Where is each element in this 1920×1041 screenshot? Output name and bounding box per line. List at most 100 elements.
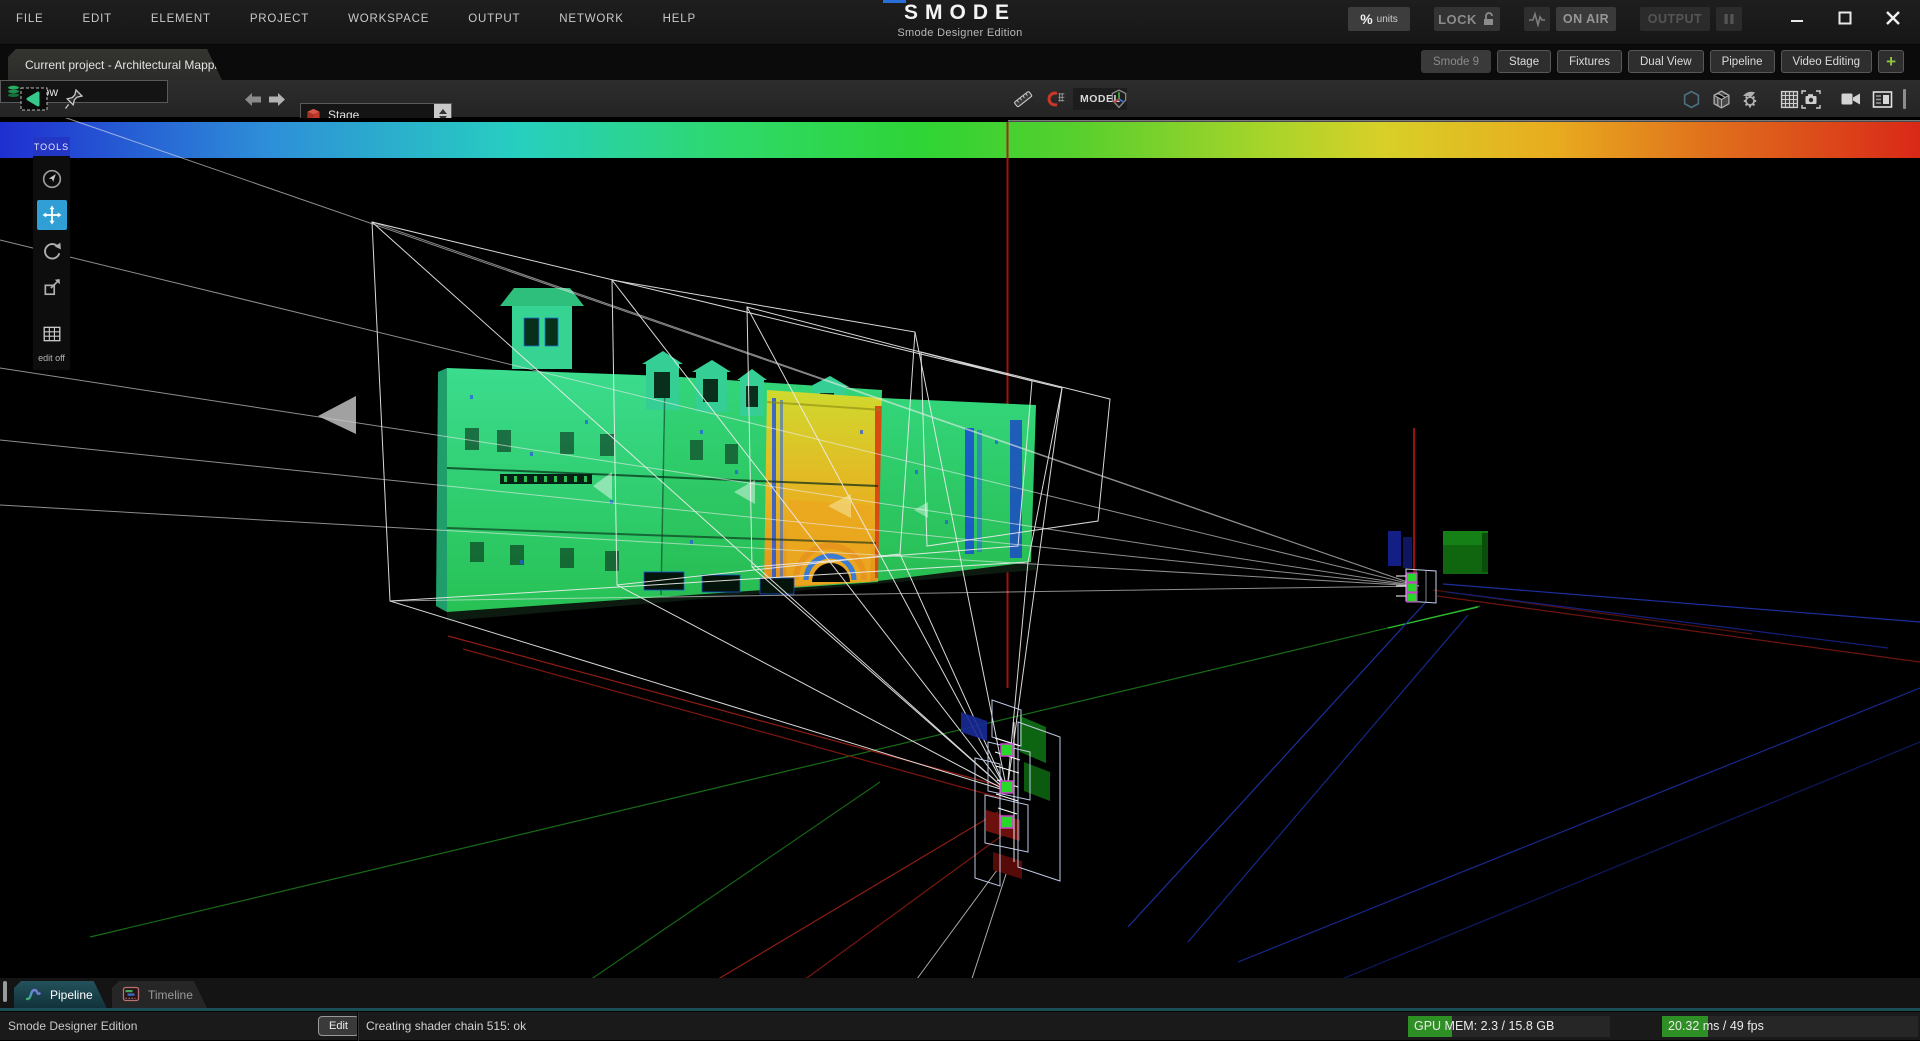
on-air-button[interactable]: ON AIR bbox=[1556, 7, 1616, 31]
status-message: Creating shader chain 515: ok bbox=[366, 1012, 526, 1041]
workspace-dual-view-button[interactable]: Dual View bbox=[1628, 50, 1704, 73]
units-label: units bbox=[1377, 14, 1398, 25]
units-toggle-button[interactable]: % units bbox=[1348, 7, 1410, 31]
grid-edit-icon bbox=[42, 325, 62, 343]
workspace-stage-button[interactable]: Stage bbox=[1497, 50, 1551, 73]
logo-subtitle: Smode Designer Edition bbox=[0, 27, 1920, 39]
rotate-tool-button[interactable] bbox=[37, 236, 67, 266]
grid-icon bbox=[1780, 90, 1799, 109]
waveform-icon bbox=[1528, 11, 1546, 27]
axis-gizmo-icon bbox=[1109, 89, 1129, 109]
maximize-icon bbox=[1838, 11, 1852, 25]
tools-panel: TOOLS bbox=[33, 137, 70, 370]
workspace-buttons: Smode 9 Stage Fixtures Dual View Pipelin… bbox=[1421, 50, 1904, 73]
move-tool-button[interactable] bbox=[37, 200, 67, 230]
pipeline-tab-label: Pipeline bbox=[50, 988, 93, 1002]
layout-panels-button[interactable] bbox=[1871, 88, 1893, 110]
wireframe-display-button[interactable] bbox=[1680, 88, 1702, 110]
move-tool-icon bbox=[42, 205, 62, 225]
geometry-display-button[interactable] bbox=[1710, 88, 1732, 110]
performance-monitor-button[interactable] bbox=[1524, 7, 1550, 31]
project-tab-label: Current project - Architectural Mapping bbox=[25, 58, 230, 72]
status-separator bbox=[357, 1012, 358, 1041]
logo-text: SMODE bbox=[0, 2, 1920, 23]
viewport-mode-icon bbox=[20, 87, 48, 111]
rotate-tool-icon bbox=[42, 241, 62, 261]
edit-mode-badge[interactable]: Edit bbox=[318, 1016, 359, 1036]
pin-view-button[interactable] bbox=[64, 87, 84, 111]
projector-selection-markers[interactable] bbox=[1001, 744, 1013, 828]
screenshot-button[interactable] bbox=[1800, 88, 1822, 110]
grid-edit-tool-button[interactable] bbox=[37, 319, 67, 349]
history-back-button[interactable] bbox=[244, 87, 262, 111]
camera-view-button[interactable] bbox=[1840, 88, 1862, 110]
timeline-tab-label: Timeline bbox=[148, 988, 193, 1002]
scale-tool-button[interactable] bbox=[37, 272, 67, 302]
stage-3d-viewport[interactable]: TOOLS bbox=[0, 118, 1920, 978]
pause-button[interactable] bbox=[1716, 7, 1742, 31]
gradient-color-bar bbox=[0, 120, 1920, 158]
logo-accent-dash bbox=[883, 0, 906, 3]
gpu-memory-meter: GPU MEM: 2.3 / 15.8 GB bbox=[1408, 1016, 1610, 1037]
pin-icon bbox=[64, 88, 84, 110]
camera-icon bbox=[1801, 90, 1821, 109]
ruler-icon bbox=[1012, 87, 1034, 111]
video-camera-icon bbox=[1840, 90, 1862, 108]
hexagon-icon bbox=[1682, 90, 1701, 109]
back-arrow-icon bbox=[244, 92, 262, 107]
tools-panel-title: TOOLS bbox=[33, 137, 70, 156]
minimize-icon bbox=[1790, 11, 1804, 25]
frame-time-meter: 20.32 ms / 49 fps bbox=[1662, 1016, 1918, 1037]
building-facade-model bbox=[436, 288, 1036, 621]
app-logo: SMODE Smode Designer Edition bbox=[0, 0, 1920, 39]
magnet-icon bbox=[1044, 88, 1066, 110]
grid-edit-state-label: edit off bbox=[38, 353, 65, 363]
workspace-video-editing-button[interactable]: Video Editing bbox=[1781, 50, 1873, 73]
window-minimize-button[interactable] bbox=[1782, 6, 1812, 30]
timeline-icon bbox=[122, 986, 140, 1003]
status-app-name: Smode Designer Edition bbox=[8, 1012, 137, 1041]
projector-stack[interactable] bbox=[961, 700, 1060, 886]
gpu-memory-text: GPU MEM: 2.3 / 15.8 GB bbox=[1414, 1016, 1554, 1037]
right-projector-group[interactable] bbox=[1388, 531, 1488, 603]
window-maximize-button[interactable] bbox=[1830, 6, 1860, 30]
scale-tool-icon bbox=[42, 277, 62, 297]
output-button[interactable]: OUTPUT bbox=[1640, 7, 1710, 31]
title-bar: FILE EDIT ELEMENT PROJECT WORKSPACE OUTP… bbox=[0, 0, 1920, 45]
snap-magnet-button[interactable] bbox=[1044, 88, 1066, 110]
navigate-tool-button[interactable] bbox=[37, 164, 67, 194]
tab-pipeline[interactable]: Pipeline bbox=[14, 981, 107, 1008]
window-close-button[interactable] bbox=[1878, 6, 1908, 30]
panel-resize-handle[interactable] bbox=[3, 981, 7, 1002]
layout-icon bbox=[1872, 90, 1893, 109]
gizmo-space-button[interactable] bbox=[1108, 88, 1130, 110]
close-icon bbox=[1885, 10, 1901, 26]
measure-tool-button[interactable] bbox=[1012, 88, 1034, 110]
toolbar-resize-handle[interactable] bbox=[1903, 89, 1906, 109]
project-tab-bar: Current project - Architectural Mapping … bbox=[0, 45, 1920, 80]
tab-current-project[interactable]: Current project - Architectural Mapping bbox=[8, 49, 222, 80]
gear-shape-icon bbox=[1740, 89, 1762, 109]
grid-display-button[interactable] bbox=[1778, 88, 1800, 110]
tab-timeline[interactable]: Timeline bbox=[112, 981, 207, 1008]
navigate-compass-icon bbox=[42, 169, 62, 189]
right-projector-selection-markers[interactable] bbox=[1407, 573, 1417, 602]
pipeline-icon bbox=[24, 986, 42, 1004]
show-layers-icon bbox=[6, 84, 21, 99]
world-axis-line bbox=[1007, 122, 1415, 688]
unlock-icon bbox=[1481, 11, 1496, 27]
history-forward-button[interactable] bbox=[268, 87, 286, 111]
workspace-smode9-button[interactable]: Smode 9 bbox=[1421, 50, 1491, 73]
scene-canvas bbox=[0, 118, 1920, 978]
workspace-fixtures-button[interactable]: Fixtures bbox=[1557, 50, 1622, 73]
add-workspace-button[interactable]: + bbox=[1878, 50, 1904, 73]
main-toolbar: Show Stage bbox=[0, 80, 1920, 118]
forward-arrow-icon bbox=[268, 92, 286, 107]
workspace-pipeline-button[interactable]: Pipeline bbox=[1710, 50, 1775, 73]
frame-time-text: 20.32 ms / 49 fps bbox=[1668, 1016, 1764, 1037]
cube-icon bbox=[1712, 90, 1731, 109]
render-settings-button[interactable] bbox=[1740, 88, 1762, 110]
lock-label: LOCK bbox=[1438, 12, 1477, 27]
lock-button[interactable]: LOCK bbox=[1434, 7, 1500, 31]
viewport-mode-button[interactable] bbox=[20, 87, 48, 111]
